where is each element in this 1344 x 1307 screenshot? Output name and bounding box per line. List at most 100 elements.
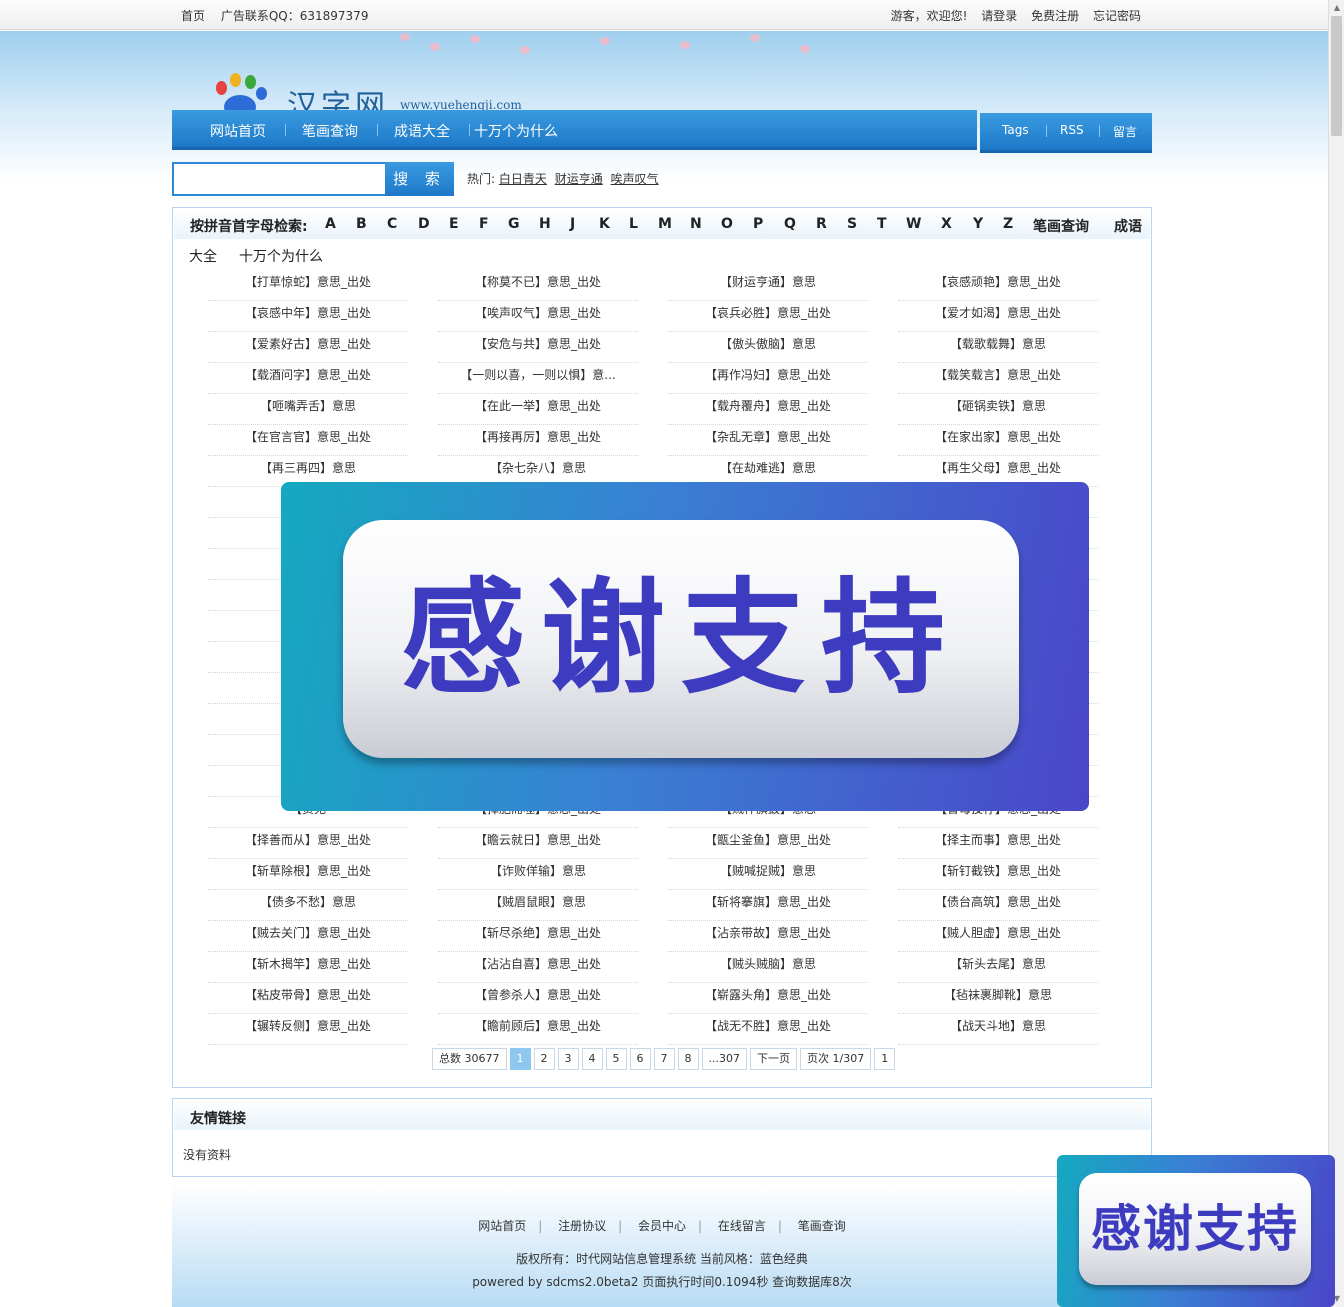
letter-link[interactable]: P bbox=[753, 216, 763, 232]
nav-item-tags[interactable]: Tags bbox=[1002, 123, 1029, 137]
login-link[interactable]: 请登录 bbox=[981, 9, 1017, 23]
idiom-link[interactable]: 【贼去关门】意思_出处 bbox=[208, 921, 408, 952]
letter-link[interactable]: J bbox=[570, 216, 575, 232]
idiom-link[interactable]: 【斩将搴旗】意思_出处 bbox=[668, 890, 868, 921]
letter-link[interactable]: A bbox=[325, 216, 336, 232]
page-link[interactable]: 3 bbox=[557, 1048, 579, 1070]
letter-link[interactable]: N bbox=[690, 216, 702, 232]
idiom-link[interactable]: 【称莫不已】意思_出处 bbox=[438, 270, 638, 301]
forgot-password-link[interactable]: 忘记密码 bbox=[1093, 9, 1141, 23]
search-input[interactable] bbox=[172, 162, 386, 196]
idiom-link[interactable]: 【在官言官】意思_出处 bbox=[208, 425, 408, 456]
idiom-link[interactable]: 【载舟覆舟】意思_出处 bbox=[668, 394, 868, 425]
thanks-button-small[interactable]: 感谢支持 bbox=[1079, 1173, 1311, 1285]
idiom-link[interactable]: 【斩尽杀绝】意思_出处 bbox=[438, 921, 638, 952]
hot-link[interactable]: 白日青天 bbox=[499, 172, 547, 186]
letter-link[interactable]: C bbox=[387, 216, 397, 232]
idiom-category-link[interactable]: 成语 bbox=[1114, 216, 1142, 236]
idiom-link[interactable]: 【财运亨通】意思 bbox=[668, 270, 868, 301]
idiom-link[interactable]: 【哀兵必胜】意思_出处 bbox=[668, 301, 868, 332]
idiom-link[interactable]: 【曾参杀人】意思_出处 bbox=[438, 983, 638, 1014]
idiom-link[interactable]: 【唉声叹气】意思_出处 bbox=[438, 301, 638, 332]
stroke-search-link[interactable]: 笔画查询 bbox=[1033, 216, 1089, 236]
idiom-link[interactable]: 【斩木揭竿】意思_出处 bbox=[208, 952, 408, 983]
idiom-link[interactable]: 【沾沾自喜】意思_出处 bbox=[438, 952, 638, 983]
letter-link[interactable]: D bbox=[418, 216, 430, 232]
page-link-last[interactable]: ...307 bbox=[701, 1048, 747, 1070]
letter-link[interactable]: G bbox=[508, 216, 520, 232]
idiom-link[interactable]: 【贼头贼脑】意思 bbox=[668, 952, 868, 983]
idiom-link[interactable]: 【再作冯妇】意思_出处 bbox=[668, 363, 868, 394]
top-home-link[interactable]: 首页 bbox=[181, 9, 205, 23]
page-link[interactable]: 2 bbox=[533, 1048, 555, 1070]
idiom-link[interactable]: 【沾亲带故】意思_出处 bbox=[668, 921, 868, 952]
idiom-link[interactable]: 【诈败佯输】意思 bbox=[438, 859, 638, 890]
idiom-link[interactable]: 【爱素好古】意思_出处 bbox=[208, 332, 408, 363]
idiom-link[interactable]: 【在此一举】意思_出处 bbox=[438, 394, 638, 425]
search-button[interactable]: 搜 索 bbox=[385, 162, 454, 196]
idiom-link[interactable]: 【载歌载舞】意思 bbox=[898, 332, 1098, 363]
scroll-up-icon[interactable]: ▲ bbox=[1331, 2, 1343, 14]
idiom-link[interactable]: 【哀感中年】意思_出处 bbox=[208, 301, 408, 332]
idiom-link[interactable]: 【在家出家】意思_出处 bbox=[898, 425, 1098, 456]
idiom-link[interactable]: 【斩钉截铁】意思_出处 bbox=[898, 859, 1098, 890]
letter-link[interactable]: Y bbox=[973, 216, 983, 232]
letter-link[interactable]: X bbox=[941, 216, 952, 232]
footer-link-agreement[interactable]: 注册协议 bbox=[558, 1219, 606, 1233]
idiom-link[interactable]: 【战天斗地】意思 bbox=[898, 1014, 1098, 1045]
idiom-link[interactable]: 【载笑载言】意思_出处 bbox=[898, 363, 1098, 394]
footer-link-home[interactable]: 网站首页 bbox=[478, 1219, 526, 1233]
idiom-link[interactable]: 【甑尘釜鱼】意思_出处 bbox=[668, 828, 868, 859]
page-link[interactable]: 7 bbox=[653, 1048, 675, 1070]
nav-item-home[interactable]: 网站首页 bbox=[210, 121, 266, 141]
letter-link[interactable]: T bbox=[877, 216, 887, 232]
page-link[interactable]: 8 bbox=[677, 1048, 699, 1070]
idiom-link[interactable]: 【傲头傲脑】意思 bbox=[668, 332, 868, 363]
idiom-link[interactable]: 【债台高筑】意思_出处 bbox=[898, 890, 1098, 921]
idiom-link[interactable]: 【砸锅卖铁】意思 bbox=[898, 394, 1098, 425]
vertical-scrollbar[interactable]: ▲ ▼ bbox=[1328, 0, 1344, 1307]
idiom-link[interactable]: 【杂乱无章】意思_出处 bbox=[668, 425, 868, 456]
letter-link[interactable]: K bbox=[599, 216, 610, 232]
nav-item-guestbook[interactable]: 留言 bbox=[1113, 123, 1137, 140]
footer-link-stroke[interactable]: 笔画查询 bbox=[798, 1219, 846, 1233]
idiom-link[interactable]: 【粘皮带骨】意思_出处 bbox=[208, 983, 408, 1014]
nav-item-idioms[interactable]: 成语大全 bbox=[394, 121, 450, 141]
register-link[interactable]: 免费注册 bbox=[1031, 9, 1079, 23]
letter-link[interactable]: Q bbox=[784, 216, 796, 232]
hot-link[interactable]: 财运亨通 bbox=[555, 172, 603, 186]
idiom-link[interactable]: 【战无不胜】意思_出处 bbox=[668, 1014, 868, 1045]
idiom-link[interactable]: 【打草惊蛇】意思_出处 bbox=[208, 270, 408, 301]
footer-link-member[interactable]: 会员中心 bbox=[638, 1219, 686, 1233]
letter-link[interactable]: S bbox=[847, 216, 857, 232]
idiom-link[interactable]: 【择善而从】意思_出处 bbox=[208, 828, 408, 859]
letter-link[interactable]: B bbox=[356, 216, 367, 232]
idiom-link[interactable]: 【爱才如渴】意思_出处 bbox=[898, 301, 1098, 332]
idiom-link[interactable]: 【安危与共】意思_出处 bbox=[438, 332, 638, 363]
footer-link-guestbook[interactable]: 在线留言 bbox=[718, 1219, 766, 1233]
letter-link[interactable]: F bbox=[479, 216, 489, 232]
letter-link[interactable]: E bbox=[449, 216, 459, 232]
thanks-button-large[interactable]: 感谢支持 bbox=[343, 520, 1019, 758]
page-link[interactable]: 6 bbox=[629, 1048, 651, 1070]
idiom-link[interactable]: 【载酒问字】意思_出处 bbox=[208, 363, 408, 394]
next-page-button[interactable]: 下一页 bbox=[750, 1048, 797, 1070]
idiom-link[interactable]: 【贼人胆虚】意思_出处 bbox=[898, 921, 1098, 952]
scroll-thumb[interactable] bbox=[1331, 16, 1342, 136]
idiom-link[interactable]: 【瞻云就日】意思_出处 bbox=[438, 828, 638, 859]
letter-link[interactable]: W bbox=[906, 216, 921, 232]
page-link[interactable]: 4 bbox=[581, 1048, 603, 1070]
idiom-link[interactable]: 【咂嘴弄舌】意思 bbox=[208, 394, 408, 425]
letter-link[interactable]: L bbox=[629, 216, 638, 232]
idiom-link[interactable]: 【瞻前顾后】意思_出处 bbox=[438, 1014, 638, 1045]
idiom-link[interactable]: 【斩草除根】意思_出处 bbox=[208, 859, 408, 890]
idiom-link[interactable]: 【一则以喜，一则以惧】意... bbox=[438, 363, 638, 394]
idiom-link[interactable]: 【毡袜裹脚靴】意思 bbox=[898, 983, 1098, 1014]
why-category-link[interactable]: 十万个为什么 bbox=[239, 246, 323, 266]
idiom-category-link-wrap[interactable]: 大全 bbox=[189, 246, 217, 266]
idiom-link[interactable]: 【辗转反侧】意思_出处 bbox=[208, 1014, 408, 1045]
idiom-link[interactable]: 【债多不愁】意思 bbox=[208, 890, 408, 921]
idiom-link[interactable]: 【贼喊捉贼】意思 bbox=[668, 859, 868, 890]
letter-link[interactable]: Z bbox=[1003, 216, 1013, 232]
idiom-link[interactable]: 【贼眉鼠眼】意思 bbox=[438, 890, 638, 921]
